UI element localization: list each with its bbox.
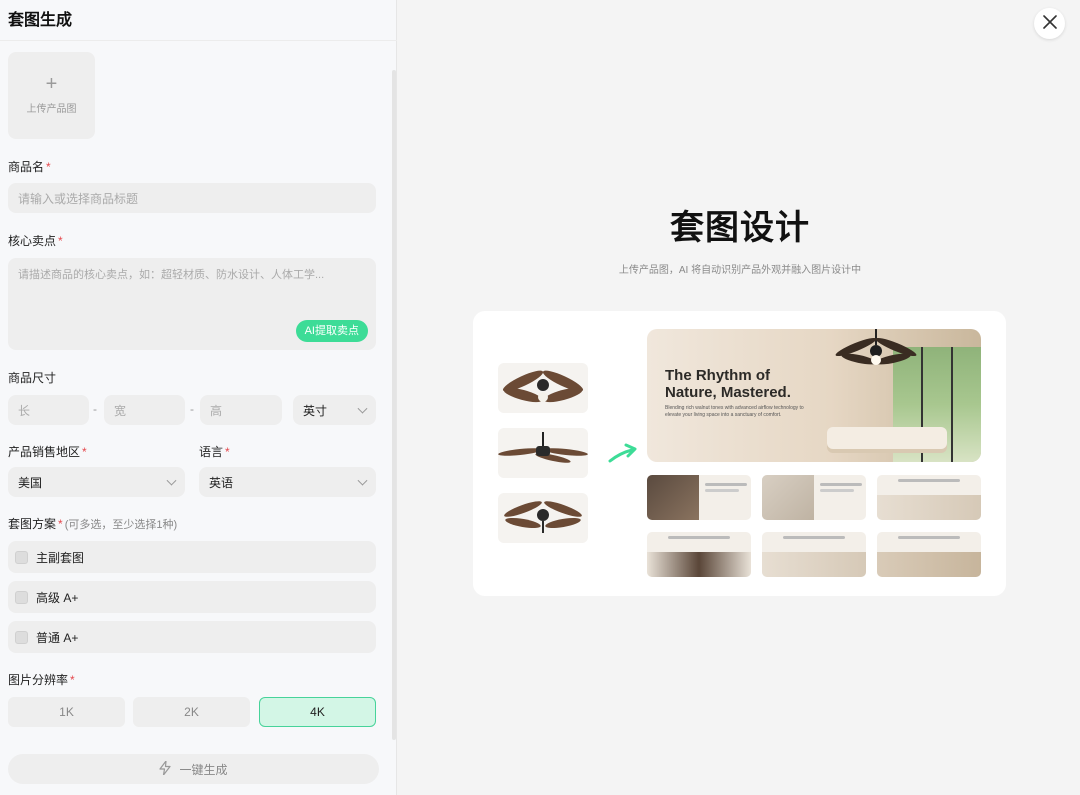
panel-title: 套图生成	[8, 12, 73, 29]
panel-header: 套图生成	[0, 0, 397, 41]
unit-select[interactable]: 英寸	[293, 395, 376, 425]
width-input[interactable]: 宽	[104, 395, 185, 425]
close-button[interactable]	[1034, 8, 1065, 39]
height-input[interactable]: 高	[200, 395, 282, 425]
chevron-down-icon	[357, 475, 368, 486]
product-thumbnail	[498, 428, 588, 478]
separator: -	[93, 402, 97, 416]
generate-label: 一键生成	[179, 762, 228, 777]
sofa-illustration	[827, 427, 947, 449]
separator: -	[190, 402, 194, 416]
product-name-input[interactable]: 请输入或选择商品标题	[8, 183, 376, 213]
upload-product-image-button[interactable]: + 上传产品图	[8, 52, 95, 139]
arrow-right-icon	[608, 443, 637, 463]
plan-option-main[interactable]: 主副套图	[8, 541, 376, 573]
size-label: 商品尺寸	[8, 371, 57, 385]
language-label: 语言 *	[199, 445, 230, 459]
resolution-1k-button[interactable]: 1K	[8, 697, 125, 727]
language-select[interactable]: 英语	[199, 467, 376, 497]
detail-image-tile	[762, 532, 866, 577]
product-thumbnail	[498, 493, 588, 543]
detail-image-tile	[877, 532, 981, 577]
plan-option-premium-aplus[interactable]: 高级 A+	[8, 581, 376, 613]
length-input[interactable]: 长	[8, 395, 89, 425]
detail-image-tile	[877, 475, 981, 520]
panel-scrollbar[interactable]	[392, 70, 396, 740]
banner-preview-image: The Rhythm of Nature, Mastered. Blending …	[647, 329, 981, 462]
upload-label: 上传产品图	[26, 104, 77, 115]
chevron-down-icon	[357, 403, 368, 414]
resolution-label: 图片分辨率 *	[8, 673, 75, 687]
preview-subtitle: 上传产品图，AI 将自动识别产品外观并融入图片设计中	[618, 265, 862, 276]
region-select[interactable]: 美国	[8, 467, 185, 497]
region-label: 产品销售地区 *	[8, 445, 87, 459]
resolution-4k-button[interactable]: 4K	[259, 697, 376, 727]
selling-points-placeholder: 请描述商品的核心卖点，如：超轻材质、防水设计、人体工学...	[18, 269, 325, 281]
checkbox[interactable]	[15, 550, 28, 564]
plan-label: 套图方案 * (可多选，至少选择1种)	[8, 517, 178, 531]
resolution-2k-button[interactable]: 2K	[133, 697, 250, 727]
close-icon	[1042, 13, 1057, 34]
lightning-icon	[159, 759, 172, 778]
selling-points-label: 核心卖点 *	[8, 234, 63, 248]
generate-button[interactable]: 一键生成	[8, 754, 379, 784]
plan-option-basic-aplus[interactable]: 普通 A+	[8, 621, 376, 653]
selling-points-textarea[interactable]: 请描述商品的核心卖点，如：超轻材质、防水设计、人体工学... AI提取卖点	[8, 258, 376, 350]
ai-extract-button[interactable]: AI提取卖点	[295, 320, 368, 342]
ceiling-fan-illustration	[835, 329, 917, 365]
plus-icon: +	[45, 73, 58, 95]
product-thumbnail	[498, 363, 588, 413]
banner-body-text: Blending rich walnut tones with advanced…	[665, 405, 804, 418]
detail-image-tile	[647, 475, 751, 520]
preview-example-card: The Rhythm of Nature, Mastered. Blending …	[473, 311, 1006, 596]
detail-image-tile	[647, 532, 751, 577]
checkbox[interactable]	[15, 630, 28, 644]
banner-heading: The Rhythm of Nature, Mastered.	[665, 367, 791, 401]
product-name-label: 商品名 *	[8, 160, 51, 174]
generation-panel: 套图生成 + 上传产品图 商品名 * 请输入或选择商品标题 核心卖点 * 请描述商品…	[0, 0, 397, 795]
preview-title: 套图设计	[670, 209, 810, 247]
detail-image-tile	[762, 475, 866, 520]
checkbox[interactable]	[15, 590, 28, 604]
chevron-down-icon	[166, 475, 177, 486]
